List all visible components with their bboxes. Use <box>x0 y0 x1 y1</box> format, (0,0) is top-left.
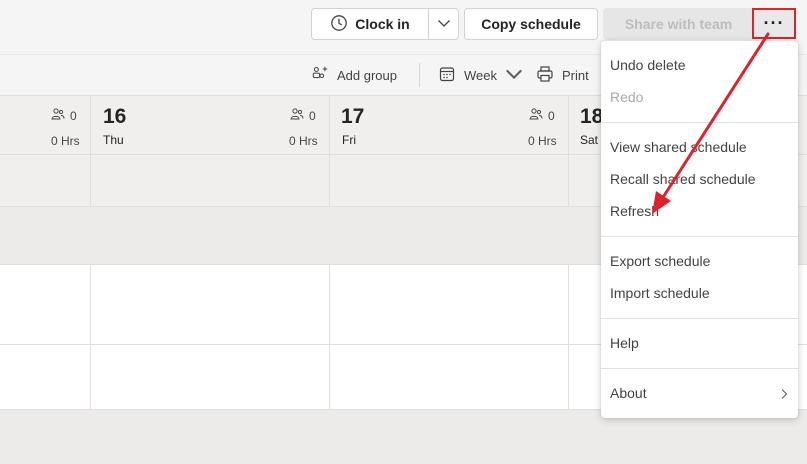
day-2-hours: 0 Hrs <box>528 134 557 148</box>
toolbar-divider <box>419 63 420 87</box>
day-0-people-count: 0 <box>51 108 77 123</box>
menu-divider <box>601 236 798 237</box>
shift-cell-divider <box>568 345 569 410</box>
view-label: Week <box>464 67 497 83</box>
day-2-people-count: 0 <box>529 108 555 123</box>
clock-icon <box>330 14 348 35</box>
chevron-down-icon <box>437 15 451 33</box>
add-group-label: Add group <box>337 67 397 83</box>
day-3-number: 18 <box>580 105 604 128</box>
shift-cell-divider <box>90 345 91 410</box>
more-options-icon: ··· <box>763 13 785 33</box>
menu-divider <box>601 122 798 123</box>
print-label: Print <box>562 67 589 83</box>
shift-cell-divider <box>329 265 330 346</box>
column-divider <box>90 155 91 208</box>
column-divider <box>329 96 330 155</box>
copy-schedule-label: Copy schedule <box>481 16 581 32</box>
people-icon <box>51 108 65 123</box>
menu-divider <box>601 368 798 369</box>
printer-icon <box>536 65 554 86</box>
menu-item-undo-delete[interactable]: Undo delete <box>610 57 686 73</box>
shift-cell-divider <box>568 265 569 346</box>
people-icon <box>290 108 304 123</box>
more-options-menu: Undo delete Redo View shared schedule Re… <box>601 41 798 418</box>
column-divider <box>568 155 569 208</box>
day-1-hours: 0 Hrs <box>289 134 318 148</box>
menu-item-redo[interactable]: Redo <box>610 89 643 105</box>
menu-item-view-shared-schedule[interactable]: View shared schedule <box>610 139 747 155</box>
day-3-name: Sat <box>580 133 599 147</box>
share-with-team-button[interactable]: Share with team <box>603 8 754 40</box>
column-divider <box>329 155 330 208</box>
add-group-icon <box>311 65 329 86</box>
menu-item-import-schedule[interactable]: Import schedule <box>610 285 710 301</box>
menu-item-export-schedule[interactable]: Export schedule <box>610 253 710 269</box>
add-group-button[interactable]: Add group <box>311 65 397 85</box>
copy-schedule-button[interactable]: Copy schedule <box>464 8 598 40</box>
share-with-team-label: Share with team <box>624 16 733 32</box>
view-selector-button[interactable]: Week <box>438 65 523 85</box>
chevron-down-icon <box>505 65 523 86</box>
people-icon <box>529 108 543 123</box>
day-0-hours: 0 Hrs <box>51 134 80 148</box>
menu-item-help[interactable]: Help <box>610 335 639 351</box>
print-button[interactable]: Print <box>536 65 589 85</box>
more-options-button[interactable]: ··· <box>752 8 796 39</box>
day-2-name: Fri <box>342 133 356 147</box>
calendar-icon <box>438 65 456 86</box>
menu-divider <box>601 318 798 319</box>
clock-in-button[interactable]: Clock in <box>311 8 428 40</box>
shift-cell-divider <box>329 345 330 410</box>
clock-in-label: Clock in <box>355 16 410 32</box>
column-divider <box>568 96 569 155</box>
menu-item-refresh[interactable]: Refresh <box>610 203 659 219</box>
menu-item-recall-shared-schedule[interactable]: Recall shared schedule <box>610 171 756 187</box>
day-1-people-count: 0 <box>290 108 316 123</box>
shift-cell-divider <box>90 265 91 346</box>
column-divider <box>90 96 91 155</box>
day-1-name: Thu <box>103 133 124 147</box>
day-1-number: 16 <box>103 105 127 128</box>
clock-in-dropdown-button[interactable] <box>428 8 459 40</box>
chevron-right-icon <box>778 387 790 399</box>
schedule-footer-area <box>0 410 807 464</box>
day-2-number: 17 <box>341 105 365 128</box>
menu-item-about[interactable]: About <box>610 385 647 401</box>
